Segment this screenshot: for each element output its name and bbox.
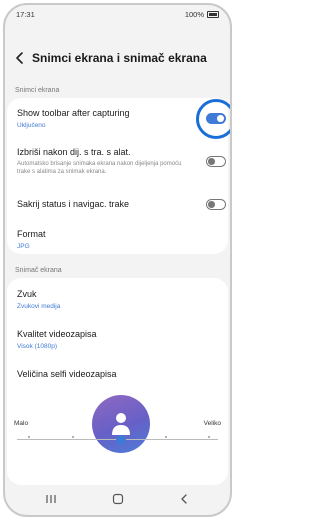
setting-value: JPG <box>17 243 30 250</box>
delete-after-share-toggle[interactable] <box>206 156 226 167</box>
setting-title: Zvuk <box>17 289 37 299</box>
status-time: 17:31 <box>16 10 35 19</box>
setting-title: Kvalitet videozapisa <box>17 329 97 339</box>
selfie-video-size-title: Veličina selfi videozapisa <box>17 369 117 379</box>
setting-title: Format <box>17 229 46 239</box>
chevron-left-icon[interactable] <box>13 48 27 68</box>
app-header: Snimci ekrana i snimač ekrana <box>5 43 230 73</box>
navigation-bar <box>5 483 230 515</box>
battery-percent: 100% <box>184 10 204 19</box>
slider-max-label: Veliko <box>203 420 221 427</box>
slider-tick <box>28 436 30 438</box>
recorder-card: Zvuk Zvukovi medija Kvalitet videozapisa… <box>7 278 228 485</box>
recent-apps-icon[interactable] <box>45 493 57 505</box>
setting-value: Zvukovi medija <box>17 303 61 310</box>
setting-title: Sakrij status i navigac. trake <box>17 199 130 209</box>
slider-tick <box>165 436 167 438</box>
setting-description: Automatsko brisanje snimaka ekrana nakon… <box>17 161 182 175</box>
status-bar: 17:31 100% <box>5 5 230 27</box>
slider-thumb[interactable] <box>116 435 126 445</box>
section-header-recorder: Snimač ekrana <box>15 267 62 274</box>
slider-tick <box>72 436 74 438</box>
setting-value: Visok (1080p) <box>17 343 57 350</box>
device-frame: 17:31 100% Snimci ekrana i snimač ekrana… <box>3 3 232 517</box>
battery-icon <box>207 11 219 18</box>
screenshots-card: Show toolbar after capturing Uključeno I… <box>7 98 230 254</box>
highlight-circle <box>196 99 230 139</box>
page-title: Snimci ekrana i snimač ekrana <box>32 51 207 65</box>
back-icon[interactable] <box>178 493 190 505</box>
battery-indicator: 100% <box>185 10 219 19</box>
setting-title: Izbriši nakon dij. s tra. s alat. <box>17 147 131 157</box>
toggle-knob <box>208 158 215 165</box>
hide-bars-toggle[interactable] <box>206 199 226 210</box>
setting-title: Show toolbar after capturing <box>17 108 130 118</box>
setting-status: Uključeno <box>17 122 46 129</box>
slider-tick <box>208 436 210 438</box>
slider-min-label: Malo <box>14 420 29 427</box>
person-icon <box>112 413 130 435</box>
phone-screen: 17:31 100% Snimci ekrana i snimač ekrana… <box>0 0 235 520</box>
toggle-knob <box>208 201 215 208</box>
home-icon[interactable] <box>112 493 124 505</box>
section-header-screenshots: Snimci ekrana <box>15 87 60 94</box>
